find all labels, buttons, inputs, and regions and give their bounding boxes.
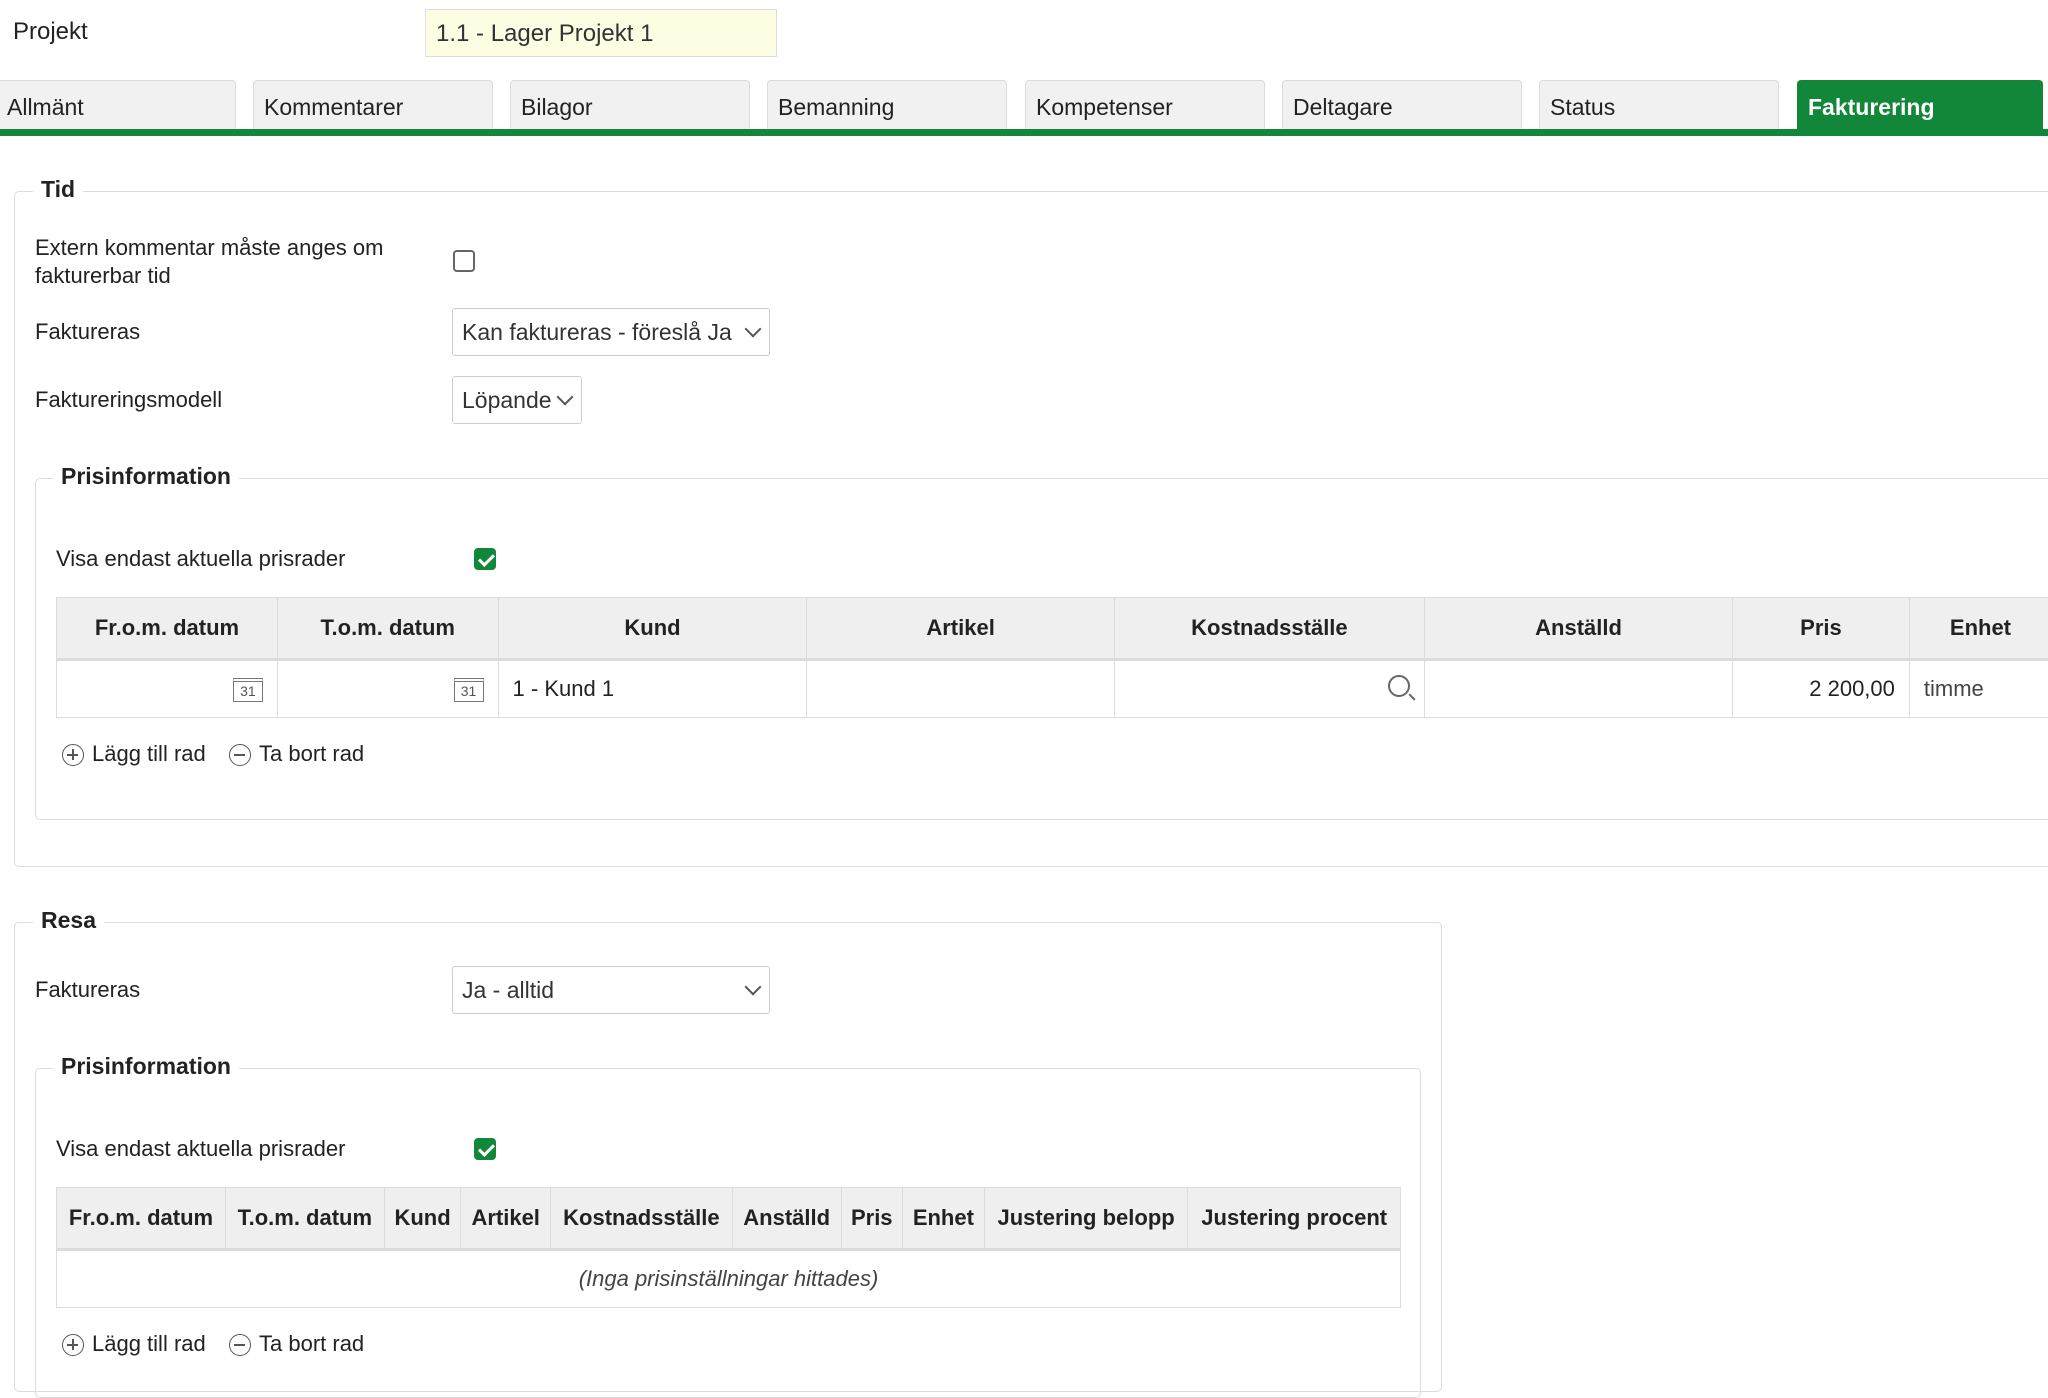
tab-fakturering[interactable]: Fakturering	[1797, 80, 2043, 130]
calendar-icon[interactable]: 31	[233, 678, 263, 702]
resa-price-table: Fr.o.m. datum T.o.m. datum Kund Artikel …	[56, 1187, 1401, 1308]
tid-faktureras-label: Faktureras	[35, 318, 140, 346]
tab-deltagare[interactable]: Deltagare	[1282, 80, 1522, 130]
tid-remove-row-button[interactable]: Ta bort rad	[229, 741, 364, 767]
tid-prisinformation-legend: Prisinformation	[53, 463, 239, 490]
plus-circle-icon	[62, 744, 84, 766]
chevron-down-icon	[745, 979, 762, 996]
col-artikel[interactable]: Artikel	[807, 598, 1114, 660]
resa-faktureras-label: Faktureras	[35, 976, 140, 1004]
tab-bar: Allmänt Kommentarer Bilagor Bemanning Ko…	[0, 80, 2048, 136]
search-icon[interactable]	[1388, 675, 1410, 697]
col-tom-datum[interactable]: T.o.m. datum	[225, 1188, 384, 1250]
tid-faktureras-select[interactable]: Kan faktureras - föreslå Ja	[452, 308, 770, 356]
resa-visa-aktuella-checkbox[interactable]	[474, 1138, 496, 1160]
col-anstalld[interactable]: Anställd	[1425, 598, 1733, 660]
minus-circle-icon	[229, 1334, 251, 1356]
tid-visa-aktuella-label: Visa endast aktuella prisrader	[56, 545, 345, 573]
col-from-datum[interactable]: Fr.o.m. datum	[57, 1188, 226, 1250]
col-kostnadsstalle[interactable]: Kostnadsställe	[550, 1188, 732, 1250]
tab-underline	[0, 129, 2048, 136]
col-kund[interactable]: Kund	[384, 1188, 461, 1250]
extern-kommentar-label-line2: fakturerbar tid	[35, 262, 383, 290]
remove-row-label: Ta bort rad	[259, 1331, 364, 1356]
faktureringsmodell-label: Faktureringsmodell	[35, 386, 222, 414]
add-row-label: Lägg till rad	[92, 1331, 206, 1356]
enhet-cell[interactable]: timme	[1909, 660, 2048, 718]
table-header-row: Fr.o.m. datum T.o.m. datum Kund Artikel …	[57, 598, 2048, 660]
anstalld-cell[interactable]	[1425, 660, 1733, 718]
empty-message: (Inga prisinställningar hittades)	[57, 1250, 1401, 1308]
resa-faktureras-value: Ja - alltid	[462, 977, 554, 1003]
resa-faktureras-select[interactable]: Ja - alltid	[452, 966, 770, 1014]
minus-circle-icon	[229, 744, 251, 766]
calendar-icon[interactable]: 31	[454, 678, 484, 702]
kund-cell[interactable]: 1 - Kund 1	[498, 660, 807, 718]
faktureringsmodell-select[interactable]: Löpande	[452, 376, 582, 424]
tid-price-table: Fr.o.m. datum T.o.m. datum Kund Artikel …	[56, 597, 2048, 718]
tab-bemanning[interactable]: Bemanning	[767, 80, 1007, 130]
tid-legend: Tid	[33, 176, 83, 203]
extern-kommentar-label-line1: Extern kommentar måste anges om	[35, 234, 383, 262]
extern-kommentar-checkbox[interactable]	[453, 250, 475, 272]
resa-remove-row-button[interactable]: Ta bort rad	[229, 1331, 364, 1357]
tab-status[interactable]: Status	[1539, 80, 1779, 130]
col-kund[interactable]: Kund	[498, 598, 807, 660]
resa-add-row-button[interactable]: Lägg till rad	[62, 1331, 206, 1357]
table-row: 31 31 1 - Kund 1 2 200,00 timme	[57, 660, 2048, 718]
resa-legend: Resa	[33, 907, 104, 934]
resa-visa-aktuella-label: Visa endast aktuella prisrader	[56, 1135, 345, 1163]
project-field[interactable]: 1.1 - Lager Projekt 1	[425, 9, 777, 57]
col-justering-belopp[interactable]: Justering belopp	[984, 1188, 1188, 1250]
remove-row-label: Ta bort rad	[259, 741, 364, 766]
artikel-cell[interactable]	[807, 660, 1114, 718]
col-pris[interactable]: Pris	[1733, 598, 1910, 660]
col-justering-procent[interactable]: Justering procent	[1188, 1188, 1401, 1250]
tom-datum-cell[interactable]: 31	[277, 660, 498, 718]
col-pris[interactable]: Pris	[841, 1188, 902, 1250]
plus-circle-icon	[62, 1334, 84, 1356]
faktureringsmodell-value: Löpande	[462, 387, 552, 413]
add-row-label: Lägg till rad	[92, 741, 206, 766]
pris-cell[interactable]: 2 200,00	[1733, 660, 1910, 718]
col-tom-datum[interactable]: T.o.m. datum	[277, 598, 498, 660]
tab-allmant[interactable]: Allmänt	[0, 80, 236, 130]
table-row: (Inga prisinställningar hittades)	[57, 1250, 1401, 1308]
tab-bilagor[interactable]: Bilagor	[510, 80, 750, 130]
col-enhet[interactable]: Enhet	[902, 1188, 984, 1250]
col-enhet[interactable]: Enhet	[1909, 598, 2048, 660]
tab-kompetenser[interactable]: Kompetenser	[1025, 80, 1265, 130]
from-datum-cell[interactable]: 31	[57, 660, 278, 718]
resa-prisinformation-legend: Prisinformation	[53, 1053, 239, 1080]
kostnadsstalle-cell[interactable]	[1114, 660, 1424, 718]
col-kostnadsstalle[interactable]: Kostnadsställe	[1114, 598, 1424, 660]
chevron-down-icon	[557, 389, 574, 406]
table-header-row: Fr.o.m. datum T.o.m. datum Kund Artikel …	[57, 1188, 1401, 1250]
tid-add-row-button[interactable]: Lägg till rad	[62, 741, 206, 767]
tid-faktureras-value: Kan faktureras - föreslå Ja	[462, 319, 732, 345]
col-from-datum[interactable]: Fr.o.m. datum	[57, 598, 278, 660]
project-label: Projekt	[13, 18, 88, 46]
extern-kommentar-label: Extern kommentar måste anges om fakturer…	[35, 234, 383, 290]
chevron-down-icon	[745, 321, 762, 338]
tab-kommentarer[interactable]: Kommentarer	[253, 80, 493, 130]
col-anstalld[interactable]: Anställd	[732, 1188, 841, 1250]
tid-visa-aktuella-checkbox[interactable]	[474, 548, 496, 570]
col-artikel[interactable]: Artikel	[461, 1188, 551, 1250]
